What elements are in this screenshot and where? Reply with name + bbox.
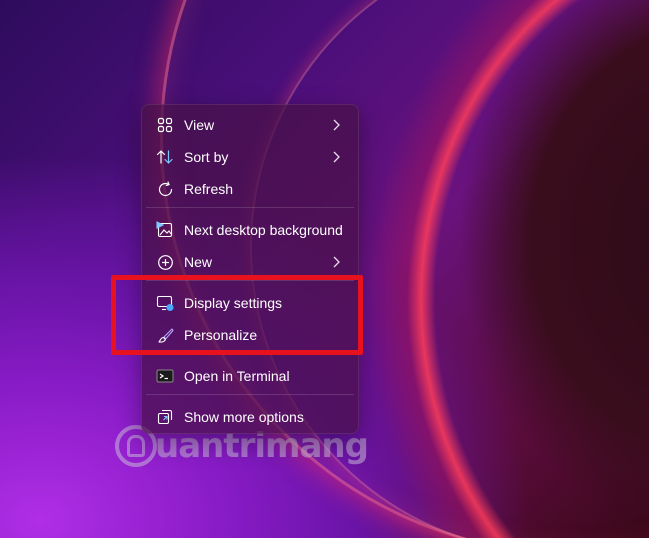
chevron-right-icon [333, 151, 340, 163]
menu-item-label: Show more options [184, 409, 304, 425]
display-settings-icon [156, 294, 174, 312]
menu-item-label: View [184, 117, 215, 133]
menu-separator [146, 280, 354, 281]
sort-arrows-icon [156, 148, 174, 166]
menu-separator [146, 394, 354, 395]
terminal-icon [156, 367, 174, 385]
menu-item-view[interactable]: View [146, 110, 354, 140]
menu-item-new[interactable]: New [146, 247, 354, 277]
refresh-icon [156, 180, 174, 198]
show-more-icon [156, 408, 174, 426]
menu-separator [146, 353, 354, 354]
chevron-right-icon [333, 256, 340, 268]
menu-item-display-settings[interactable]: Display settings [146, 288, 354, 318]
menu-item-refresh[interactable]: Refresh [146, 174, 354, 204]
menu-item-label: Next desktop background [184, 222, 343, 238]
menu-item-personalize[interactable]: Personalize [146, 320, 354, 350]
menu-item-label: Refresh [184, 181, 234, 197]
plus-circle-icon [156, 253, 174, 271]
grid-view-icon [156, 116, 174, 134]
menu-item-next-desktop-background[interactable]: Next desktop background [146, 215, 354, 245]
menu-item-label: Personalize [184, 327, 258, 343]
menu-separator [146, 207, 354, 208]
paintbrush-icon [156, 326, 174, 344]
desktop-background[interactable]: uantrimang View Sort by Refresh Next des… [0, 0, 649, 538]
menu-item-label: Display settings [184, 295, 283, 311]
menu-item-label: Open in Terminal [184, 368, 290, 384]
desktop-background-icon [156, 221, 174, 239]
menu-item-show-more-options[interactable]: Show more options [146, 402, 354, 432]
menu-item-sort-by[interactable]: Sort by [146, 142, 354, 172]
menu-item-open-in-terminal[interactable]: Open in Terminal [146, 361, 354, 391]
menu-item-label: Sort by [184, 149, 229, 165]
context-menu: View Sort by Refresh Next desktop backgr… [141, 104, 359, 434]
menu-item-label: New [184, 254, 213, 270]
chevron-right-icon [333, 119, 340, 131]
